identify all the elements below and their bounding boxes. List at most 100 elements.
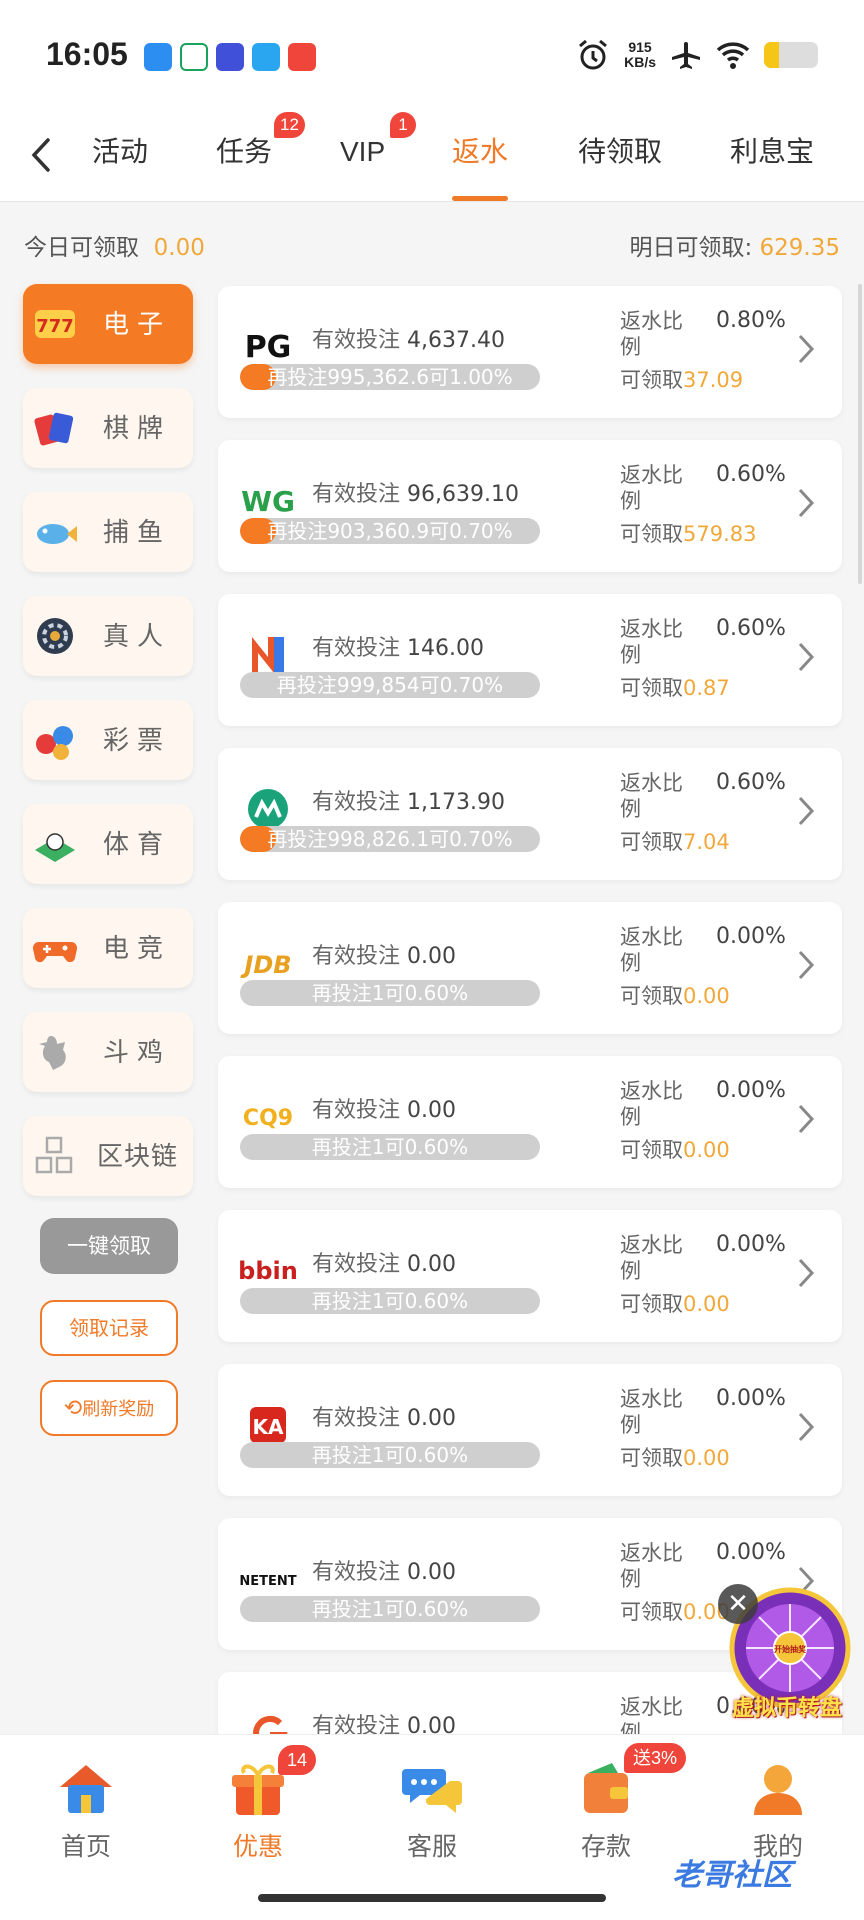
- bet-label: 有效投注: [312, 1406, 401, 1431]
- svg-text:KA: KA: [253, 1415, 284, 1439]
- provider-card-ka[interactable]: KA 有效投注 0.00 再投注1可0.60% 返水比例 0.00% 可领取0.…: [218, 1364, 842, 1496]
- provider-card-n[interactable]: 有效投注 146.00 再投注999,854可0.70% 返水比例 0.60% …: [218, 594, 842, 726]
- category-cockfight[interactable]: 斗鸡: [23, 1012, 193, 1092]
- bet-label: 有效投注: [312, 944, 401, 969]
- category-slots[interactable]: 777 电子: [23, 284, 193, 364]
- provider-card-mg[interactable]: 有效投注 1,173.90 再投注998,826.1可0.70% 返水比例 0.…: [218, 748, 842, 880]
- rate-label: 返水比例: [620, 617, 683, 667]
- progress-bar: 再投注1可0.60%: [240, 1288, 540, 1314]
- promotions-badge: 14: [278, 1745, 317, 1775]
- nav-label: 存款: [580, 1832, 631, 1861]
- claimable-value: 579.83: [683, 522, 757, 546]
- chevron-right-icon: [798, 1258, 815, 1288]
- deposit-bonus-badge: 送3%: [624, 1743, 687, 1773]
- tab-pending-claim[interactable]: 待领取: [578, 132, 662, 172]
- bet-label: 有效投注: [312, 482, 401, 507]
- today-claimable: 今日可领取 0.00: [24, 228, 205, 262]
- close-icon[interactable]: ✕: [718, 1584, 758, 1624]
- claimable-value: 0.00: [683, 1446, 730, 1470]
- tab-activity[interactable]: 活动: [92, 132, 148, 172]
- progress-text: 再投注999,854可0.70%: [276, 673, 504, 697]
- bet-value: 0.00: [407, 1560, 456, 1585]
- wheel-label: 虚拟币转盘: [731, 1696, 842, 1721]
- claimable-label: 可领取: [620, 1600, 683, 1624]
- wifi-icon: [716, 42, 750, 69]
- soccer-field-icon: [35, 833, 75, 862]
- claimable-label: 可领取: [620, 830, 683, 854]
- claimable-label: 可领取: [620, 676, 683, 700]
- svg-text:777: 777: [36, 316, 74, 337]
- category-blockchain[interactable]: 区块链: [23, 1116, 193, 1196]
- rate-value: 0.60%: [716, 770, 786, 795]
- chevron-right-icon: [798, 488, 815, 518]
- nav-profile[interactable]: 我的: [718, 1759, 838, 1863]
- claim-all-button[interactable]: 一键领取: [40, 1218, 178, 1274]
- provider-card-bbin[interactable]: bbin 有效投注 0.00 再投注1可0.60% 返水比例 0.00% 可领取…: [218, 1210, 842, 1342]
- rate-label: 返水比例: [620, 771, 683, 821]
- provider-card-cq9[interactable]: CQ9 有效投注 0.00 再投注1可0.60% 返水比例 0.00% 可领取0…: [218, 1056, 842, 1188]
- rate-label: 返水比例: [620, 925, 683, 975]
- nav-deposit[interactable]: 存款: [546, 1759, 666, 1863]
- category-label: 电竞: [103, 934, 172, 964]
- chevron-right-icon: [798, 796, 815, 826]
- tomorrow-label: 明日可领取:: [629, 235, 753, 261]
- top-tab-bar: 活动 任务 12 VIP 1 返水 待领取 利息宝: [0, 110, 864, 202]
- provider-card-jdb[interactable]: JDB 有效投注 0.00 再投注1可0.60% 返水比例 0.00% 可领取0…: [218, 902, 842, 1034]
- chevron-right-icon: [798, 1412, 815, 1442]
- category-label: 区块链: [97, 1142, 179, 1172]
- progress-text: 再投注903,360.9可0.70%: [267, 519, 513, 543]
- claimable-label: 可领取: [620, 1138, 683, 1162]
- category-live[interactable]: 真人: [23, 596, 193, 676]
- rebate-summary: 今日可领取 0.00 明日可领取: 629.35: [0, 220, 864, 270]
- back-arrow-icon[interactable]: [22, 132, 62, 178]
- gamepad-icon: [32, 941, 78, 963]
- claim-history-button[interactable]: 领取记录: [40, 1300, 178, 1356]
- provider-card-pg[interactable]: PG 有效投注 4,637.40 再投注995,362.6可1.00% 返水比例…: [218, 286, 842, 418]
- scrollbar[interactable]: [858, 284, 862, 584]
- claimable-label: 可领取: [620, 1446, 683, 1470]
- rate-label: 返水比例: [620, 1541, 683, 1591]
- tab-vip[interactable]: VIP: [340, 132, 385, 172]
- tab-tasks[interactable]: 任务: [216, 132, 272, 172]
- progress-text: 再投注998,826.1可0.70%: [267, 827, 513, 851]
- refresh-label: 刷新奖励: [82, 1399, 155, 1420]
- bet-value: 0.00: [407, 1252, 456, 1277]
- battery-icon: [764, 42, 818, 68]
- bet-value: 96,639.10: [407, 482, 519, 507]
- tab-rebate[interactable]: 返水: [452, 132, 508, 172]
- status-right: 915 KB/s: [576, 38, 818, 72]
- rate-value: 0.80%: [716, 308, 786, 333]
- svg-text:JDB: JDB: [240, 951, 291, 979]
- claimable-label: 可领取: [620, 1292, 683, 1316]
- progress-text: 再投注1可0.60%: [311, 1443, 469, 1467]
- progress-bar: 再投注998,826.1可0.70%: [240, 826, 540, 852]
- category-sports[interactable]: 体育: [23, 804, 193, 884]
- tab-interest[interactable]: 利息宝: [730, 132, 814, 172]
- category-lottery[interactable]: 彩票: [23, 700, 193, 780]
- refresh-rewards-button[interactable]: ⟲刷新奖励: [40, 1380, 178, 1436]
- claimable-label: 可领取: [620, 522, 683, 546]
- user-icon: [754, 1765, 802, 1815]
- claimable-value: 0.00: [683, 1292, 730, 1316]
- nav-support[interactable]: 客服: [372, 1759, 492, 1863]
- casino-chip-icon: [37, 618, 73, 654]
- slot-777-icon: 777: [35, 310, 75, 338]
- lottery-balls-icon: [36, 726, 73, 760]
- svg-text:bbin: bbin: [238, 1257, 298, 1285]
- category-fishing[interactable]: 捕鱼: [23, 492, 193, 572]
- fish-icon: [37, 524, 77, 544]
- home-indicator[interactable]: [258, 1894, 606, 1902]
- vip-badge: 1: [390, 112, 416, 138]
- rate-value: 0.00%: [716, 1540, 786, 1565]
- nav-label: 客服: [406, 1832, 457, 1861]
- category-esports[interactable]: 电竞: [23, 908, 193, 988]
- wheel-center-text: 开始抽奖: [774, 1644, 807, 1654]
- home-icon: [60, 1765, 112, 1813]
- nav-home[interactable]: 首页: [26, 1759, 146, 1863]
- claimable-value: 37.09: [683, 368, 744, 392]
- progress-bar: 再投注999,854可0.70%: [240, 672, 540, 698]
- category-label: 体育: [103, 830, 172, 860]
- provider-card-wg[interactable]: WG 有效投注 96,639.10 再投注903,360.9可0.70% 返水比…: [218, 440, 842, 572]
- bet-label: 有效投注: [312, 1560, 401, 1585]
- category-cards[interactable]: 棋牌: [23, 388, 193, 468]
